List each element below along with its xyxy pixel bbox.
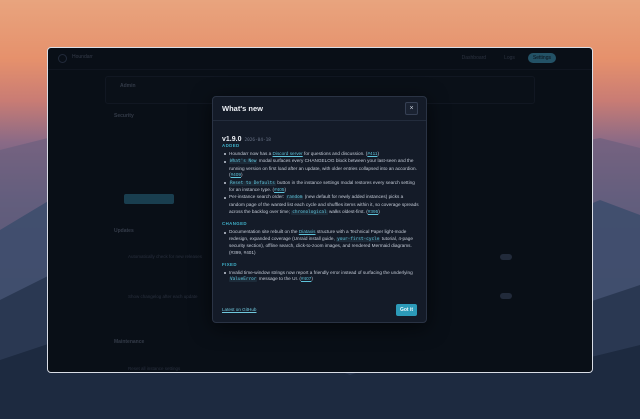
entry-link[interactable]: #409 [231, 172, 241, 177]
entry-text: ) [311, 276, 313, 282]
changelog-entry: Invalid time-window strings now report a… [222, 270, 420, 284]
modal-body: v1.9.0 2026-04-18 ADDED Houndarr now has a… [222, 128, 420, 284]
entry-text: message to the UI. ( [257, 276, 301, 282]
version-line: v1.9.0 2026-04-18 [222, 128, 420, 143]
inline-code: your-first-cycle [336, 236, 381, 242]
entry-list: Documentation site rebuilt on the Diatax… [222, 229, 420, 256]
entry-link[interactable]: Discord server [273, 151, 303, 156]
changelog-entry: Houndarr now has a Discord server for qu… [222, 151, 420, 158]
version-number: v1.9.0 [222, 136, 242, 143]
entry-text: ) [377, 151, 380, 156]
changelog-entry: Per-instance search order: random (new d… [222, 194, 420, 216]
inline-code: Reset to Defaults [229, 180, 276, 186]
changelog-entry: Documentation site rebuilt on the Diatax… [222, 229, 420, 256]
entry-list: Invalid time-window strings now report a… [222, 270, 420, 284]
modal-footer: Latest on GitHub Got it [213, 298, 426, 322]
close-icon[interactable]: × [405, 102, 418, 115]
entry-text: modal surfaces every CHANGELOG block bet… [229, 158, 417, 178]
release-date: 2026-04-18 [244, 138, 271, 143]
section-label-changed: CHANGED [222, 221, 247, 227]
entry-text: ) [284, 187, 287, 193]
section-label-fixed: FIXED [222, 261, 237, 267]
entry-text: Invalid time-window strings now report a… [229, 269, 413, 275]
entry-text: Documentation site rebuilt on the [229, 229, 299, 235]
whats-new-modal: What's new × v1.9.0 2026-04-18 ADDED Hound… [212, 96, 427, 323]
inline-code: What's New [229, 159, 258, 165]
changelog-entry: Reset to Defaults button in the instance… [222, 180, 420, 194]
inline-code: random [285, 195, 304, 201]
changelog-sections: ADDED Houndarr now has a Discord server f… [222, 143, 420, 284]
entry-link[interactable]: #407 [301, 276, 311, 281]
inline-code: ValueError [229, 277, 258, 283]
changelog-entry: What's New modal surfaces every CHANGELO… [222, 158, 420, 179]
github-link[interactable]: Latest on GitHub [222, 307, 256, 312]
entry-text: for questions and discussion. ( [302, 151, 368, 156]
modal-header: What's new × [213, 97, 426, 121]
entry-text: walks oldest-first. ( [327, 208, 368, 214]
modal-title: What's new [222, 104, 263, 113]
entry-link[interactable]: #395 [368, 209, 378, 214]
entry-text: ) [241, 172, 243, 178]
entry-link[interactable]: Diataxis [299, 229, 316, 234]
entry-link[interactable]: #411 [367, 151, 377, 156]
section-label-added: ADDED [222, 143, 240, 148]
entry-link[interactable]: #405 [274, 187, 284, 192]
got-it-button[interactable]: Got it [396, 304, 417, 316]
entry-text: ) [378, 208, 380, 214]
entry-text: Per-instance search order: [229, 194, 286, 200]
entry-text: Houndarr now has a [229, 151, 273, 156]
inline-code: chronological [291, 209, 328, 215]
entry-list: Houndarr now has a Discord server for qu… [222, 151, 420, 216]
